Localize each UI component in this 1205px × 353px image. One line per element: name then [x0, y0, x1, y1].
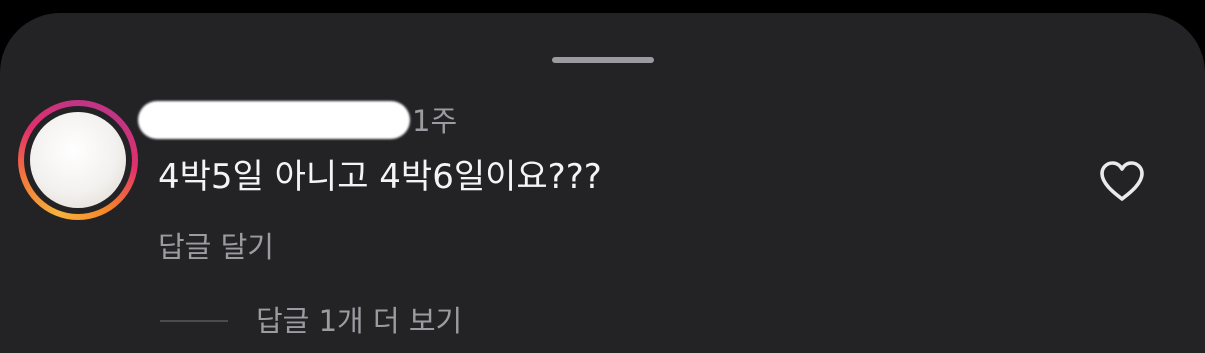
sheet-grabber[interactable] — [552, 57, 654, 63]
avatar-ring-gap — [24, 106, 132, 214]
replies-divider-line — [160, 320, 228, 322]
comments-sheet: 1주 4박5일 아니고 4박6일이요??? 답글 달기 답글 1개 더 보기 — [0, 13, 1205, 353]
like-button[interactable] — [1096, 156, 1148, 206]
avatar-image — [30, 112, 126, 208]
comment-text: 4박5일 아니고 4박6일이요??? — [158, 157, 602, 197]
view-more-replies-label: 답글 1개 더 보기 — [256, 304, 463, 338]
username-redacted[interactable] — [138, 101, 410, 139]
heart-outline-icon — [1100, 161, 1144, 201]
comment-timestamp: 1주 — [412, 104, 458, 138]
view-more-replies-button[interactable]: 답글 1개 더 보기 — [160, 299, 462, 343]
avatar[interactable] — [18, 100, 138, 220]
reply-button[interactable]: 답글 달기 — [158, 226, 274, 268]
